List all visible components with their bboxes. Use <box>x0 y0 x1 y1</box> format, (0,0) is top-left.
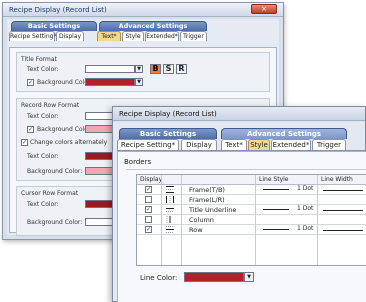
basic-settings-group: Basic Settings <box>119 128 217 139</box>
tab-text[interactable]: Text* <box>97 31 121 41</box>
tab-extended[interactable]: Extended* <box>271 139 311 150</box>
tab-display[interactable]: Display <box>181 139 217 150</box>
bold-button[interactable]: B <box>150 64 161 74</box>
color-swatch <box>86 66 134 72</box>
line-width-sample <box>323 230 363 231</box>
frame-tb-icon <box>166 186 174 193</box>
tab-extended[interactable]: Extended* <box>145 31 179 41</box>
chevron-down-icon[interactable]: ▼ <box>135 65 143 73</box>
color-swatch <box>86 79 134 85</box>
tab-style[interactable]: Style <box>122 31 144 41</box>
text-color-label: Text Color: <box>27 113 59 120</box>
line-width-label: 1 Dot <box>297 225 314 232</box>
table-row[interactable]: ✓ Row 1 Dot <box>137 225 366 235</box>
advanced-settings-group: Advanced Settings <box>221 128 347 139</box>
bg-color-label: Background Color: <box>27 219 83 226</box>
display-checkbox[interactable]: ✓ <box>145 186 152 193</box>
row-icon <box>166 226 174 233</box>
border-name: Title Underline <box>189 206 237 214</box>
recipe-display-window-front: Recipe Display (Record List) Basic Setti… <box>112 106 366 302</box>
alternate-colors-checkbox[interactable]: ✓ <box>21 139 28 146</box>
bg-color-picker[interactable] <box>85 78 135 86</box>
line-width-label: 1 Dot <box>297 185 314 192</box>
table-row[interactable]: Column <box>137 215 366 225</box>
style-tab-panel: Borders Display Line Style Line Width ✓ F… <box>117 151 366 302</box>
border-name: Frame(L/R) <box>189 196 225 204</box>
line-color-label: Line Color: <box>140 274 178 282</box>
line-width-value[interactable]: 1 Dot <box>297 205 363 214</box>
text-color-label: Text Color: <box>27 66 59 73</box>
bg-color-checkbox[interactable]: ✓ <box>27 79 34 86</box>
borders-table: Display Line Style Line Width ✓ Frame(T/B… <box>136 174 366 266</box>
close-button[interactable]: × <box>251 4 277 14</box>
line-width-sample <box>323 190 363 191</box>
record-row-heading: Record Row Format <box>21 102 80 109</box>
line-width-value[interactable]: 1 Dot <box>297 185 363 194</box>
table-row[interactable]: ✓ Frame(T/B) 1 Dot <box>137 185 366 195</box>
section-divider <box>126 169 366 170</box>
window-titlebar[interactable]: Recipe Display (Record List) × <box>3 3 283 17</box>
chevron-down-icon[interactable]: ▼ <box>244 272 254 282</box>
tab-trigger[interactable]: Trigger <box>312 139 346 150</box>
advanced-settings-group: Advanced Settings <box>99 21 207 31</box>
col-display: Display <box>140 176 163 183</box>
alt-text-color-label: Text Color: <box>27 153 59 160</box>
basic-settings-group: Basic Settings <box>11 21 97 31</box>
title-format-group: Title Format Text Color: ▼ B S R ✓ Backg… <box>16 52 270 92</box>
bg-color-checkbox[interactable]: ✓ <box>27 126 34 133</box>
table-row[interactable]: ✓ Title Underline 1 Dot <box>137 205 366 215</box>
line-width-sample <box>323 210 363 211</box>
tab-trigger[interactable]: Trigger <box>180 31 207 41</box>
shadow-button[interactable]: S <box>163 64 174 74</box>
line-color-picker[interactable] <box>184 272 244 282</box>
table-header: Display Line Style Line Width <box>137 175 366 185</box>
chevron-down-icon[interactable]: ▼ <box>135 78 143 86</box>
border-name: Frame(T/B) <box>189 186 225 194</box>
tab-display[interactable]: Display <box>56 31 84 41</box>
col-line-width: Line Width <box>321 176 353 183</box>
line-width-value[interactable]: 1 Dot <box>297 225 363 234</box>
tab-text[interactable]: Text* <box>221 139 247 150</box>
dialog-body: Basic Settings Advanced Settings Recipe … <box>113 122 366 302</box>
bg-color-label: Background Color: <box>37 79 93 86</box>
table-row[interactable]: Frame(L/R) <box>137 195 366 205</box>
text-color-label: Text Color: <box>27 201 59 208</box>
display-checkbox[interactable]: ✓ <box>145 206 152 213</box>
display-checkbox[interactable]: ✓ <box>145 226 152 233</box>
line-style-sample[interactable] <box>263 209 289 210</box>
col-line-style: Line Style <box>259 176 289 183</box>
line-width-label: 1 Dot <box>297 205 314 212</box>
raised-button[interactable]: R <box>176 64 187 74</box>
cursor-row-heading: Cursor Row Format <box>21 190 79 197</box>
text-color-picker[interactable] <box>85 65 135 73</box>
tab-style[interactable]: Style <box>248 139 270 150</box>
frame-lr-icon <box>166 196 174 203</box>
window-titlebar[interactable]: Recipe Display (Record List) <box>113 107 365 121</box>
title-format-heading: Title Format <box>21 56 57 63</box>
border-name: Column <box>189 216 214 224</box>
column-icon <box>166 216 174 223</box>
title-underline-icon <box>166 206 174 213</box>
line-style-sample[interactable] <box>263 229 289 230</box>
line-style-sample[interactable] <box>263 189 289 190</box>
tab-recipe-setting[interactable]: Recipe Setting* <box>117 139 179 150</box>
color-swatch <box>185 273 243 281</box>
bg-color-label: Background Color: <box>37 126 93 133</box>
display-checkbox[interactable] <box>145 196 152 203</box>
alt-bg-color-label: Background Color: <box>27 168 83 175</box>
border-name: Row <box>189 226 203 234</box>
tab-recipe-setting[interactable]: Recipe Setting* <box>9 31 56 41</box>
display-checkbox[interactable] <box>145 216 152 223</box>
window-title: Recipe Display (Record List) <box>9 6 107 14</box>
alternate-colors-label: Change colors alternately <box>30 139 108 146</box>
window-title: Recipe Display (Record List) <box>119 110 217 118</box>
borders-heading: Borders <box>124 158 152 166</box>
